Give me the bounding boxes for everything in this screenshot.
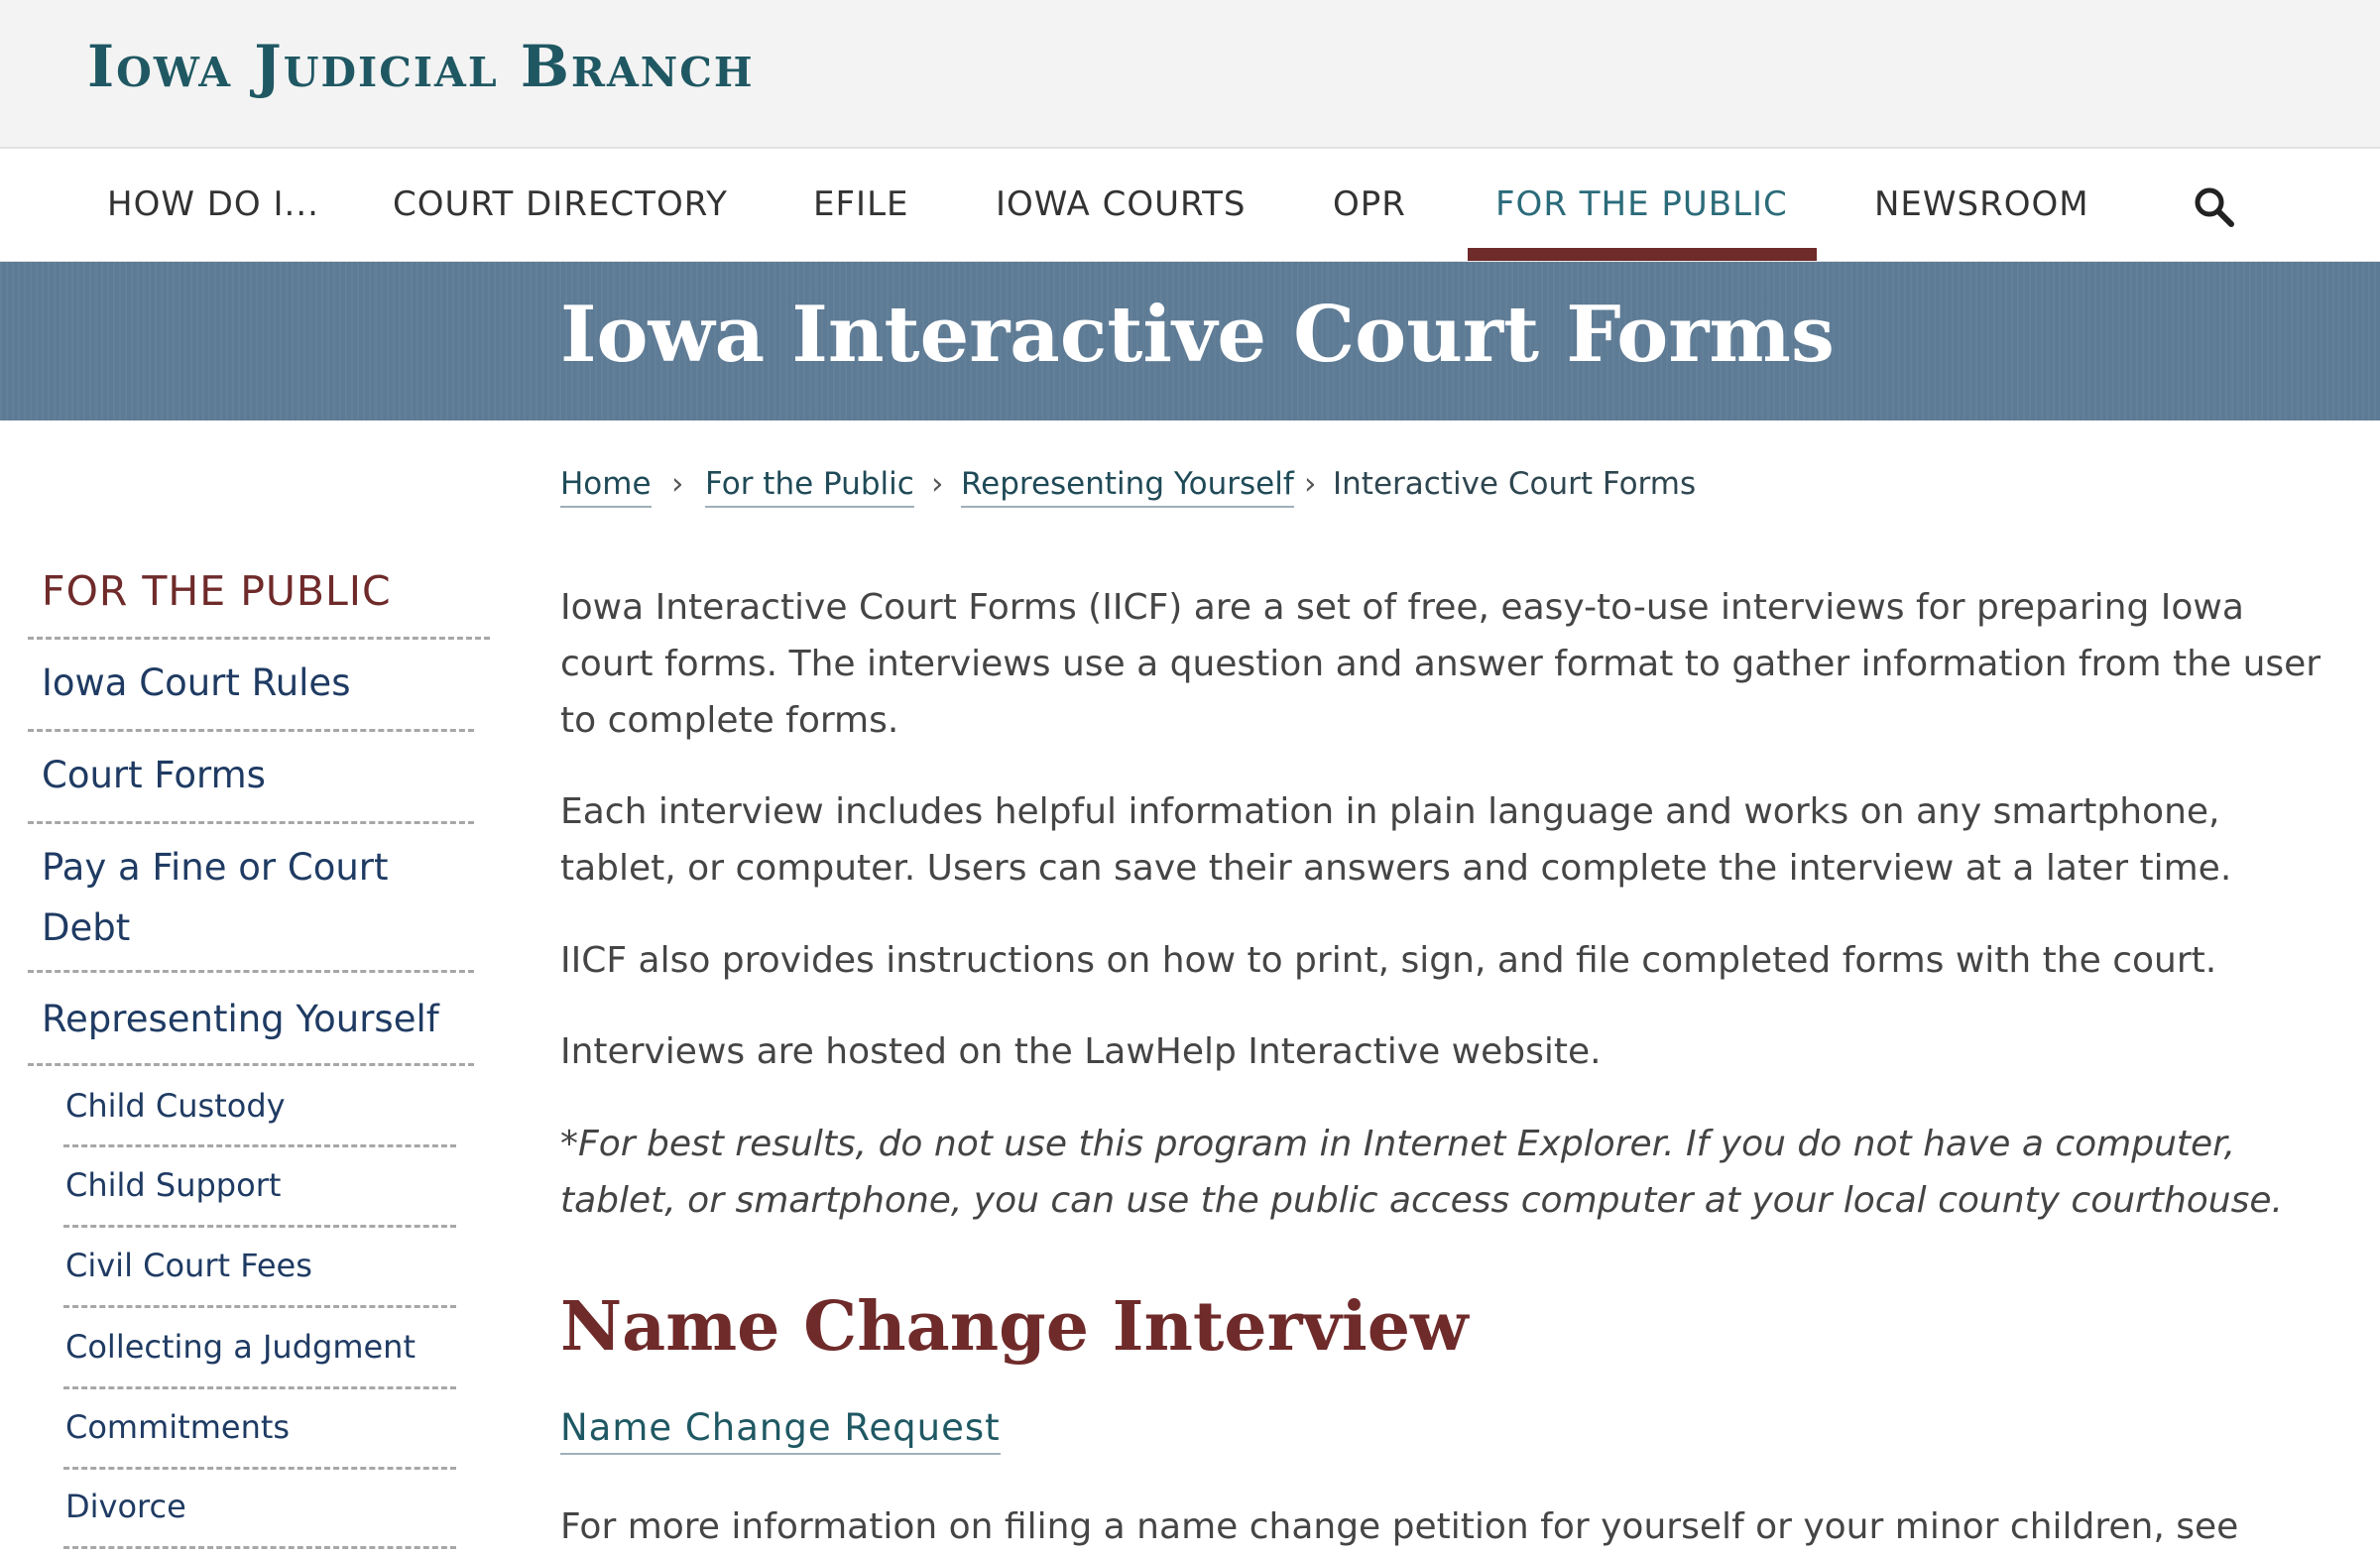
search-icon[interactable] [2192,184,2235,228]
breadcrumb-for-the-public[interactable]: For the Public [705,466,914,508]
sidebar-subitem-collecting-a-judgment[interactable]: Collecting a Judgment [65,1328,416,1366]
sidebar-divider [28,970,474,973]
name-change-info-paragraph: For more information on filing a name ch… [560,1506,2239,1547]
sidebar-divider [63,1305,456,1308]
site-header: Iowa Judicial Branch [0,0,2380,149]
main-nav: HOW DO I... COURT DIRECTORY EFILE IOWA C… [0,149,2380,262]
breadcrumb-separator: › [1304,466,1317,502]
site-logo[interactable]: Iowa Judicial Branch [87,30,755,104]
name-change-request-link[interactable]: Name Change Request [560,1406,1001,1455]
sidebar-subitem-divorce[interactable]: Divorce [65,1488,186,1525]
features-paragraph: Each interview includes helpful informat… [560,791,2232,889]
nav-opr[interactable]: OPR [1333,184,1406,262]
sidebar-divider [63,1144,456,1147]
sidebar-item-representing-yourself[interactable]: Representing Yourself [42,989,488,1049]
breadcrumb-home[interactable]: Home [560,466,652,508]
instructions-paragraph: IICF also provides instructions on how t… [560,940,2217,981]
sidebar-divider [63,1467,456,1470]
hosting-paragraph: Interviews are hosted on the LawHelp Int… [560,1031,1602,1072]
sidebar-divider [63,1225,456,1228]
sidebar-subitem-civil-court-fees[interactable]: Civil Court Fees [65,1247,312,1284]
sidebar-divider [63,1546,456,1549]
sidebar-heading[interactable]: FOR THE PUBLIC [42,567,392,615]
breadcrumb-current: Interactive Court Forms [1333,466,1697,502]
nav-active-indicator [1468,248,1817,261]
nav-newsroom[interactable]: NEWSROOM [1874,184,2089,262]
intro-paragraph: Iowa Interactive Court Forms (IICF) are … [560,587,2321,741]
browser-note: *For best results, do not use this progr… [560,1124,2283,1221]
sidebar-divider [28,1063,474,1066]
sidebar-subitem-child-support[interactable]: Child Support [65,1166,281,1204]
sidebar-subitem-child-custody[interactable]: Child Custody [65,1087,286,1125]
sidebar-item-iowa-court-rules[interactable]: Iowa Court Rules [42,653,478,713]
breadcrumb-representing-yourself[interactable]: Representing Yourself [961,466,1294,508]
nav-how-do-i[interactable]: HOW DO I... [107,184,319,262]
section-heading-name-change: Name Change Interview [560,1287,1469,1367]
sidebar-item-pay-a-fine[interactable]: Pay a Fine or Court Debt [42,837,438,958]
sidebar-divider [63,1386,456,1389]
breadcrumb-separator: › [931,466,944,502]
sidebar-divider [28,637,490,640]
sidebar-divider [28,821,474,824]
page-title: Iowa Interactive Court Forms [560,290,1835,380]
breadcrumb-separator: › [671,466,684,502]
nav-iowa-courts[interactable]: IOWA COURTS [996,184,1247,262]
nav-efile[interactable]: EFILE [813,184,909,262]
sidebar-subitem-commitments[interactable]: Commitments [65,1408,290,1446]
sidebar-divider [28,729,474,732]
nav-court-directory[interactable]: COURT DIRECTORY [393,184,728,262]
sidebar-item-court-forms[interactable]: Court Forms [42,745,478,805]
